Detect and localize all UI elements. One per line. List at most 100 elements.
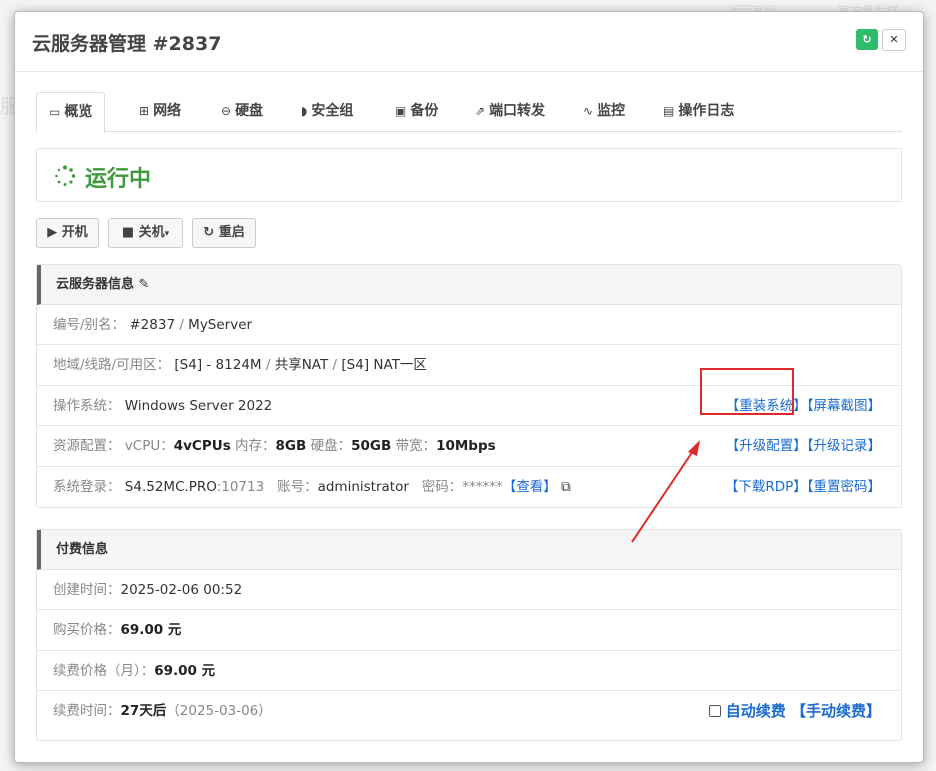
stop-icon: ■ [121,225,139,240]
row-label: 操作系统： [53,397,121,414]
row-label: 编号/别名： [53,317,126,333]
tab-monitor[interactable]: ∿ 监控 [571,92,637,132]
tab-bar: ▭ 概览 ⊞ 网络 ⊖ 硬盘 ◗ 安全组 ▣ 备份 ⇗ 端口转发 ∿ 监控 ▤ 操作日志 [36,92,902,133]
info-row-login: 系统登录： S4.52MC.PRO:10713 账号：administrator… [37,467,901,507]
row-label: 系统登录： [53,478,121,495]
tab-label: 备份 [410,103,439,119]
view-password-link[interactable]: 【查看】 [503,479,557,495]
status-box: 运行中 [36,148,902,202]
tab-label: 网络 [153,103,182,119]
refresh-icon: ↻ [203,225,219,240]
billing-row-renew-price: 续费价格（月）：69.00 元 [37,651,901,692]
tab-backup[interactable]: ▣ 备份 [383,92,450,132]
renew-date: （2025-03-06） [166,703,272,720]
password-mask: ****** [462,478,503,495]
button-label: 开机 [61,225,88,240]
separator: / [175,317,189,333]
tab-security-group[interactable]: ◗ 安全组 [289,92,365,132]
info-row-resources: 资源配置： vCPU：4vCPUs 内存：8GB 硬盘：50GB 带宽：10Mb… [37,426,901,467]
start-button[interactable]: ▶ 开机 [36,218,99,248]
memory-label: 内存： [235,438,276,455]
server-alias: MyServer [188,317,253,333]
file-icon: ▤ [663,104,675,118]
vcpu-label: vCPU： [124,438,174,455]
tab-label: 概览 [64,104,93,120]
row-label: 资源配置： [53,438,121,455]
upgrade-config-link[interactable]: 【升级配置】 [726,438,807,454]
status-text: 运行中 [85,167,152,192]
modal-header: 云服务器管理 #2837 ↻ ✕ [15,12,923,72]
manual-renew-link[interactable]: 【手动续费】 [791,702,881,720]
close-button[interactable]: ✕ [882,29,906,51]
hdd-icon: ⊖ [221,104,232,118]
disk-label: 硬盘： [310,438,352,455]
tab-operation-log[interactable]: ▤ 操作日志 [651,92,746,132]
save-icon: ▣ [395,104,407,118]
tab-disk[interactable]: ⊖ 硬盘 [209,92,275,132]
panel-title: 付费信息 [56,542,109,557]
server-number: #2837 [129,317,176,333]
created-time-value: 2025-02-06 00:52 [120,582,243,598]
bandwidth-label: 带宽： [395,438,437,455]
modal-title: 云服务器管理 #2837 [32,33,222,55]
pulse-icon: ∿ [583,104,594,118]
row-label: 地域/线路/可用区： [53,357,171,374]
button-label: 关机 [138,225,165,240]
reset-password-link[interactable]: 【重置密码】 [807,479,881,495]
sitemap-icon: ⊞ [139,104,150,118]
login-host: S4.52MC.PRO [124,478,217,495]
auto-renew-checkbox[interactable] [708,705,721,718]
tab-network[interactable]: ⊞ 网络 [127,92,193,132]
purchase-price-value: 69.00 元 [120,622,182,639]
region-value: [S4] - 8124M [174,357,262,374]
restart-button[interactable]: ↻ 重启 [192,218,256,248]
row-label: 续费时间： [53,703,121,720]
os-value: Windows Server 2022 [124,397,273,414]
password-label: 密码： [421,478,463,495]
tab-label: 端口转发 [489,103,546,119]
edit-icon[interactable]: ✎ [139,277,150,292]
separator: / [328,357,342,374]
highlight-box [700,368,794,415]
refresh-button[interactable]: ↻ [856,29,878,50]
download-rdp-link[interactable]: 【下载RDP】 [725,479,807,495]
panel-title: 云服务器信息 [56,277,135,292]
tab-label: 安全组 [311,103,354,119]
renew-time-value: 27天后 [120,703,167,720]
close-icon: ✕ [889,33,899,46]
vcpu-value: 4vCPUs [173,438,231,455]
upgrade-history-link[interactable]: 【升级记录】 [807,438,881,454]
renew-price-value: 69.00 元 [154,662,216,679]
shutdown-button[interactable]: ■ 关机▾ [108,218,183,248]
tab-label: 硬盘 [235,103,264,119]
panel-header: 云服务器信息 ✎ [37,265,901,305]
info-row-id: 编号/别名： #2837 / MyServer [37,305,901,346]
button-label: 重启 [218,225,245,240]
login-port: :10713 [216,478,265,495]
monitor-icon: ▭ [49,105,61,119]
disk-value: 50GB [351,438,392,455]
billing-row-created: 创建时间：2025-02-06 00:52 [37,570,901,611]
auto-renew-label[interactable]: 自动续费 [726,702,786,720]
panel-header: 付费信息 [37,530,901,570]
row-label: 购买价格： [53,622,121,639]
screenshot-link[interactable]: 【屏幕截图】 [807,398,881,414]
row-label: 续费价格（月）： [53,662,155,679]
row-label: 创建时间： [53,582,121,598]
copy-icon[interactable]: ⧉ [561,479,571,495]
line-value: 共享NAT [274,357,329,374]
bandwidth-value: 10Mbps [436,438,496,455]
spinner-icon [55,165,76,186]
tab-overview[interactable]: ▭ 概览 [36,92,106,133]
billing-panel: 付费信息 创建时间：2025-02-06 00:52 购买价格：69.00 元 … [36,529,902,741]
billing-row-price: 购买价格：69.00 元 [37,610,901,651]
tab-label: 操作日志 [678,103,735,119]
separator: / [261,357,275,374]
billing-row-renew-time: 续费时间：27天后（2025-03-06） 自动续费 【手动续费】 [37,691,901,731]
shield-icon: ◗ [301,104,308,118]
zone-value: [S4] NAT一区 [341,357,427,374]
tab-port-forward[interactable]: ⇗ 端口转发 [463,92,557,132]
play-icon: ▶ [47,225,62,240]
tab-label: 监控 [597,103,626,119]
caret-down-icon: ▾ [164,229,170,239]
